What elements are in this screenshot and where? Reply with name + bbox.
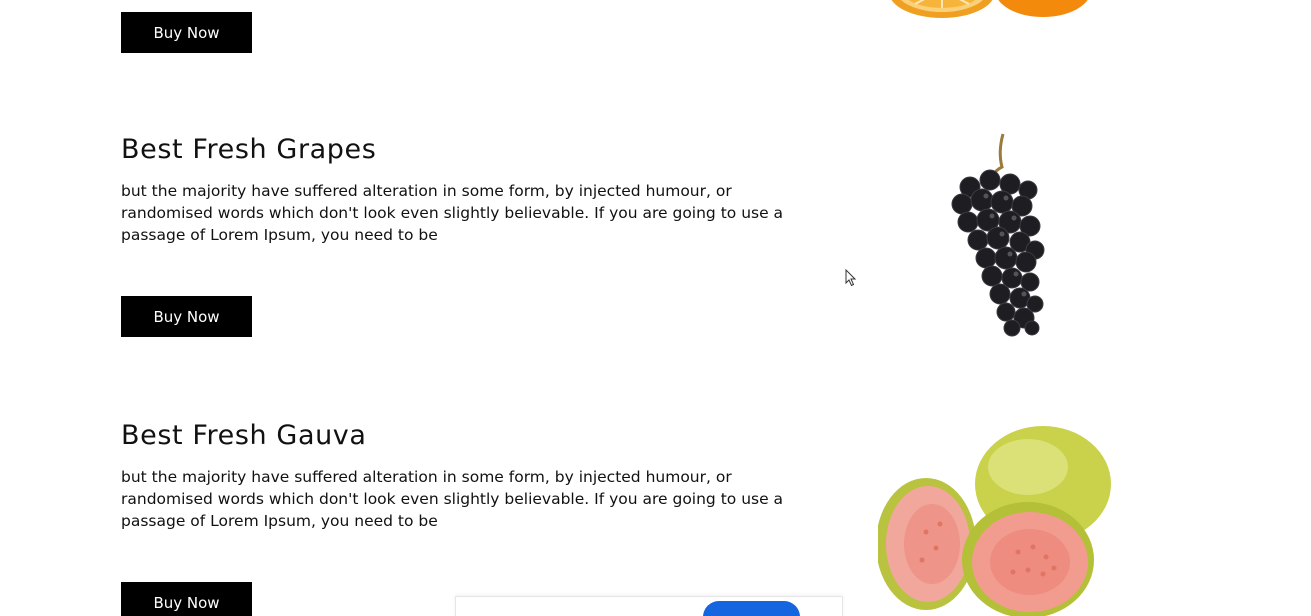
product-title: Best Fresh Grapes	[121, 134, 377, 165]
buy-now-button-grapes[interactable]: Buy Now	[121, 296, 252, 337]
product-description: but the majority have suffered alteratio…	[121, 468, 784, 530]
bottom-notification-bar	[455, 596, 843, 616]
product-grapes: Best Fresh Grapes but the majority have …	[121, 133, 801, 244]
buy-now-button-guava[interactable]: Buy Now	[121, 582, 252, 616]
product-guava: Best Fresh Gauva but the majority have s…	[121, 419, 801, 530]
page: Buy Now Best Fresh Grapes but the majori…	[0, 0, 1311, 616]
product-description: but the majority have suffered alteratio…	[121, 182, 784, 244]
buy-now-button-orange[interactable]: Buy Now	[121, 12, 252, 53]
product-title: Best Fresh Gauva	[121, 420, 367, 451]
orange-fruit-image	[891, 0, 1088, 18]
guava-fruit-image	[878, 426, 1111, 616]
mouse-cursor-icon	[845, 269, 857, 287]
bar-action-button[interactable]	[703, 601, 800, 616]
grapes-fruit-image	[951, 133, 1045, 337]
